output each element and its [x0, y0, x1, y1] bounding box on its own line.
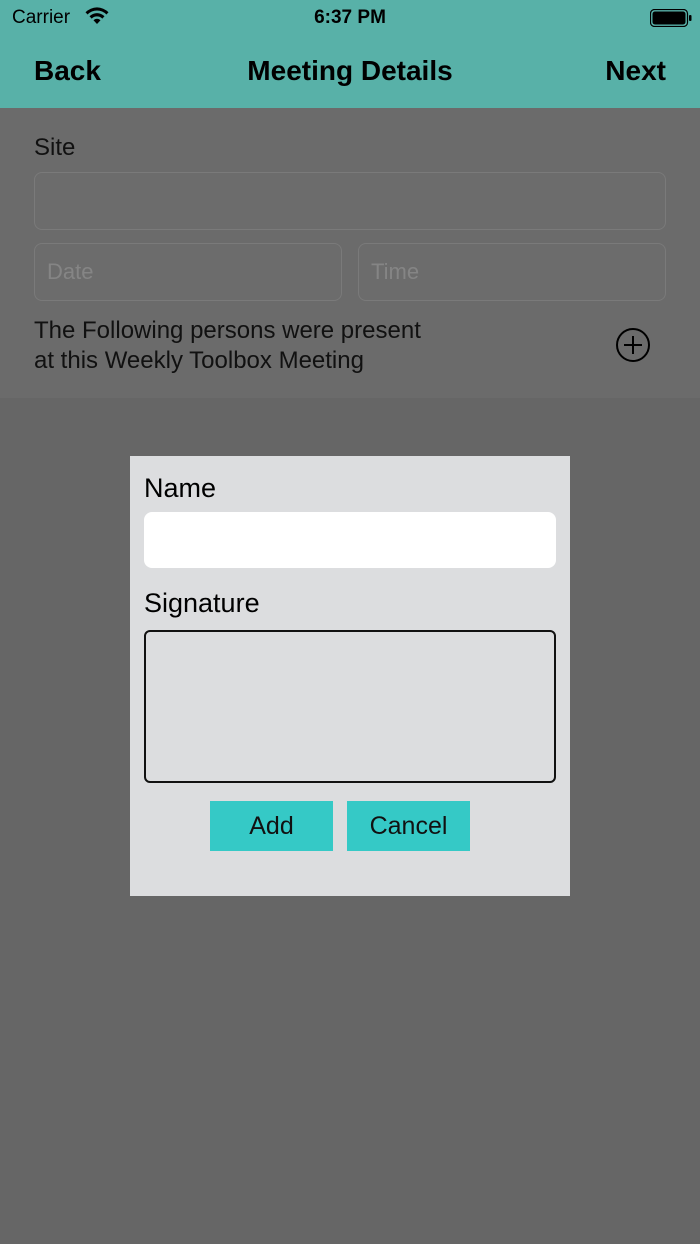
- name-input[interactable]: [144, 512, 556, 568]
- status-bar: Carrier 6:37 PM: [0, 0, 700, 36]
- cancel-button[interactable]: Cancel: [347, 801, 470, 851]
- name-label: Name: [144, 473, 217, 503]
- persons-text-line-2: at this Weekly Toolbox Meeting: [34, 347, 364, 374]
- back-button[interactable]: Back: [34, 55, 101, 87]
- plus-circle-icon[interactable]: [615, 327, 651, 363]
- meeting-form: Site Date Time The Following persons wer…: [0, 108, 700, 398]
- persons-text-line-1: The Following persons were present: [34, 317, 421, 344]
- time-input[interactable]: Time: [358, 243, 666, 301]
- status-time: 6:37 PM: [314, 7, 386, 28]
- signature-pad[interactable]: [144, 630, 556, 783]
- add-button[interactable]: Add: [210, 801, 333, 851]
- battery-icon: [650, 9, 692, 27]
- site-label: Site: [34, 134, 76, 161]
- site-input[interactable]: [34, 172, 666, 230]
- signature-label: Signature: [144, 588, 260, 618]
- page-title: Meeting Details: [247, 55, 453, 86]
- persons-present-text: The Following persons were present at th…: [34, 316, 494, 376]
- screen: Carrier 6:37 PM Back Meeting Details Nex…: [0, 0, 700, 1244]
- next-button[interactable]: Next: [605, 55, 666, 87]
- add-person-dialog: Name Signature Add Cancel: [130, 456, 570, 896]
- date-input[interactable]: Date: [34, 243, 342, 301]
- nav-title-wrap: Meeting Details: [0, 55, 700, 87]
- top-bar: Carrier 6:37 PM Back Meeting Details Nex…: [0, 0, 700, 108]
